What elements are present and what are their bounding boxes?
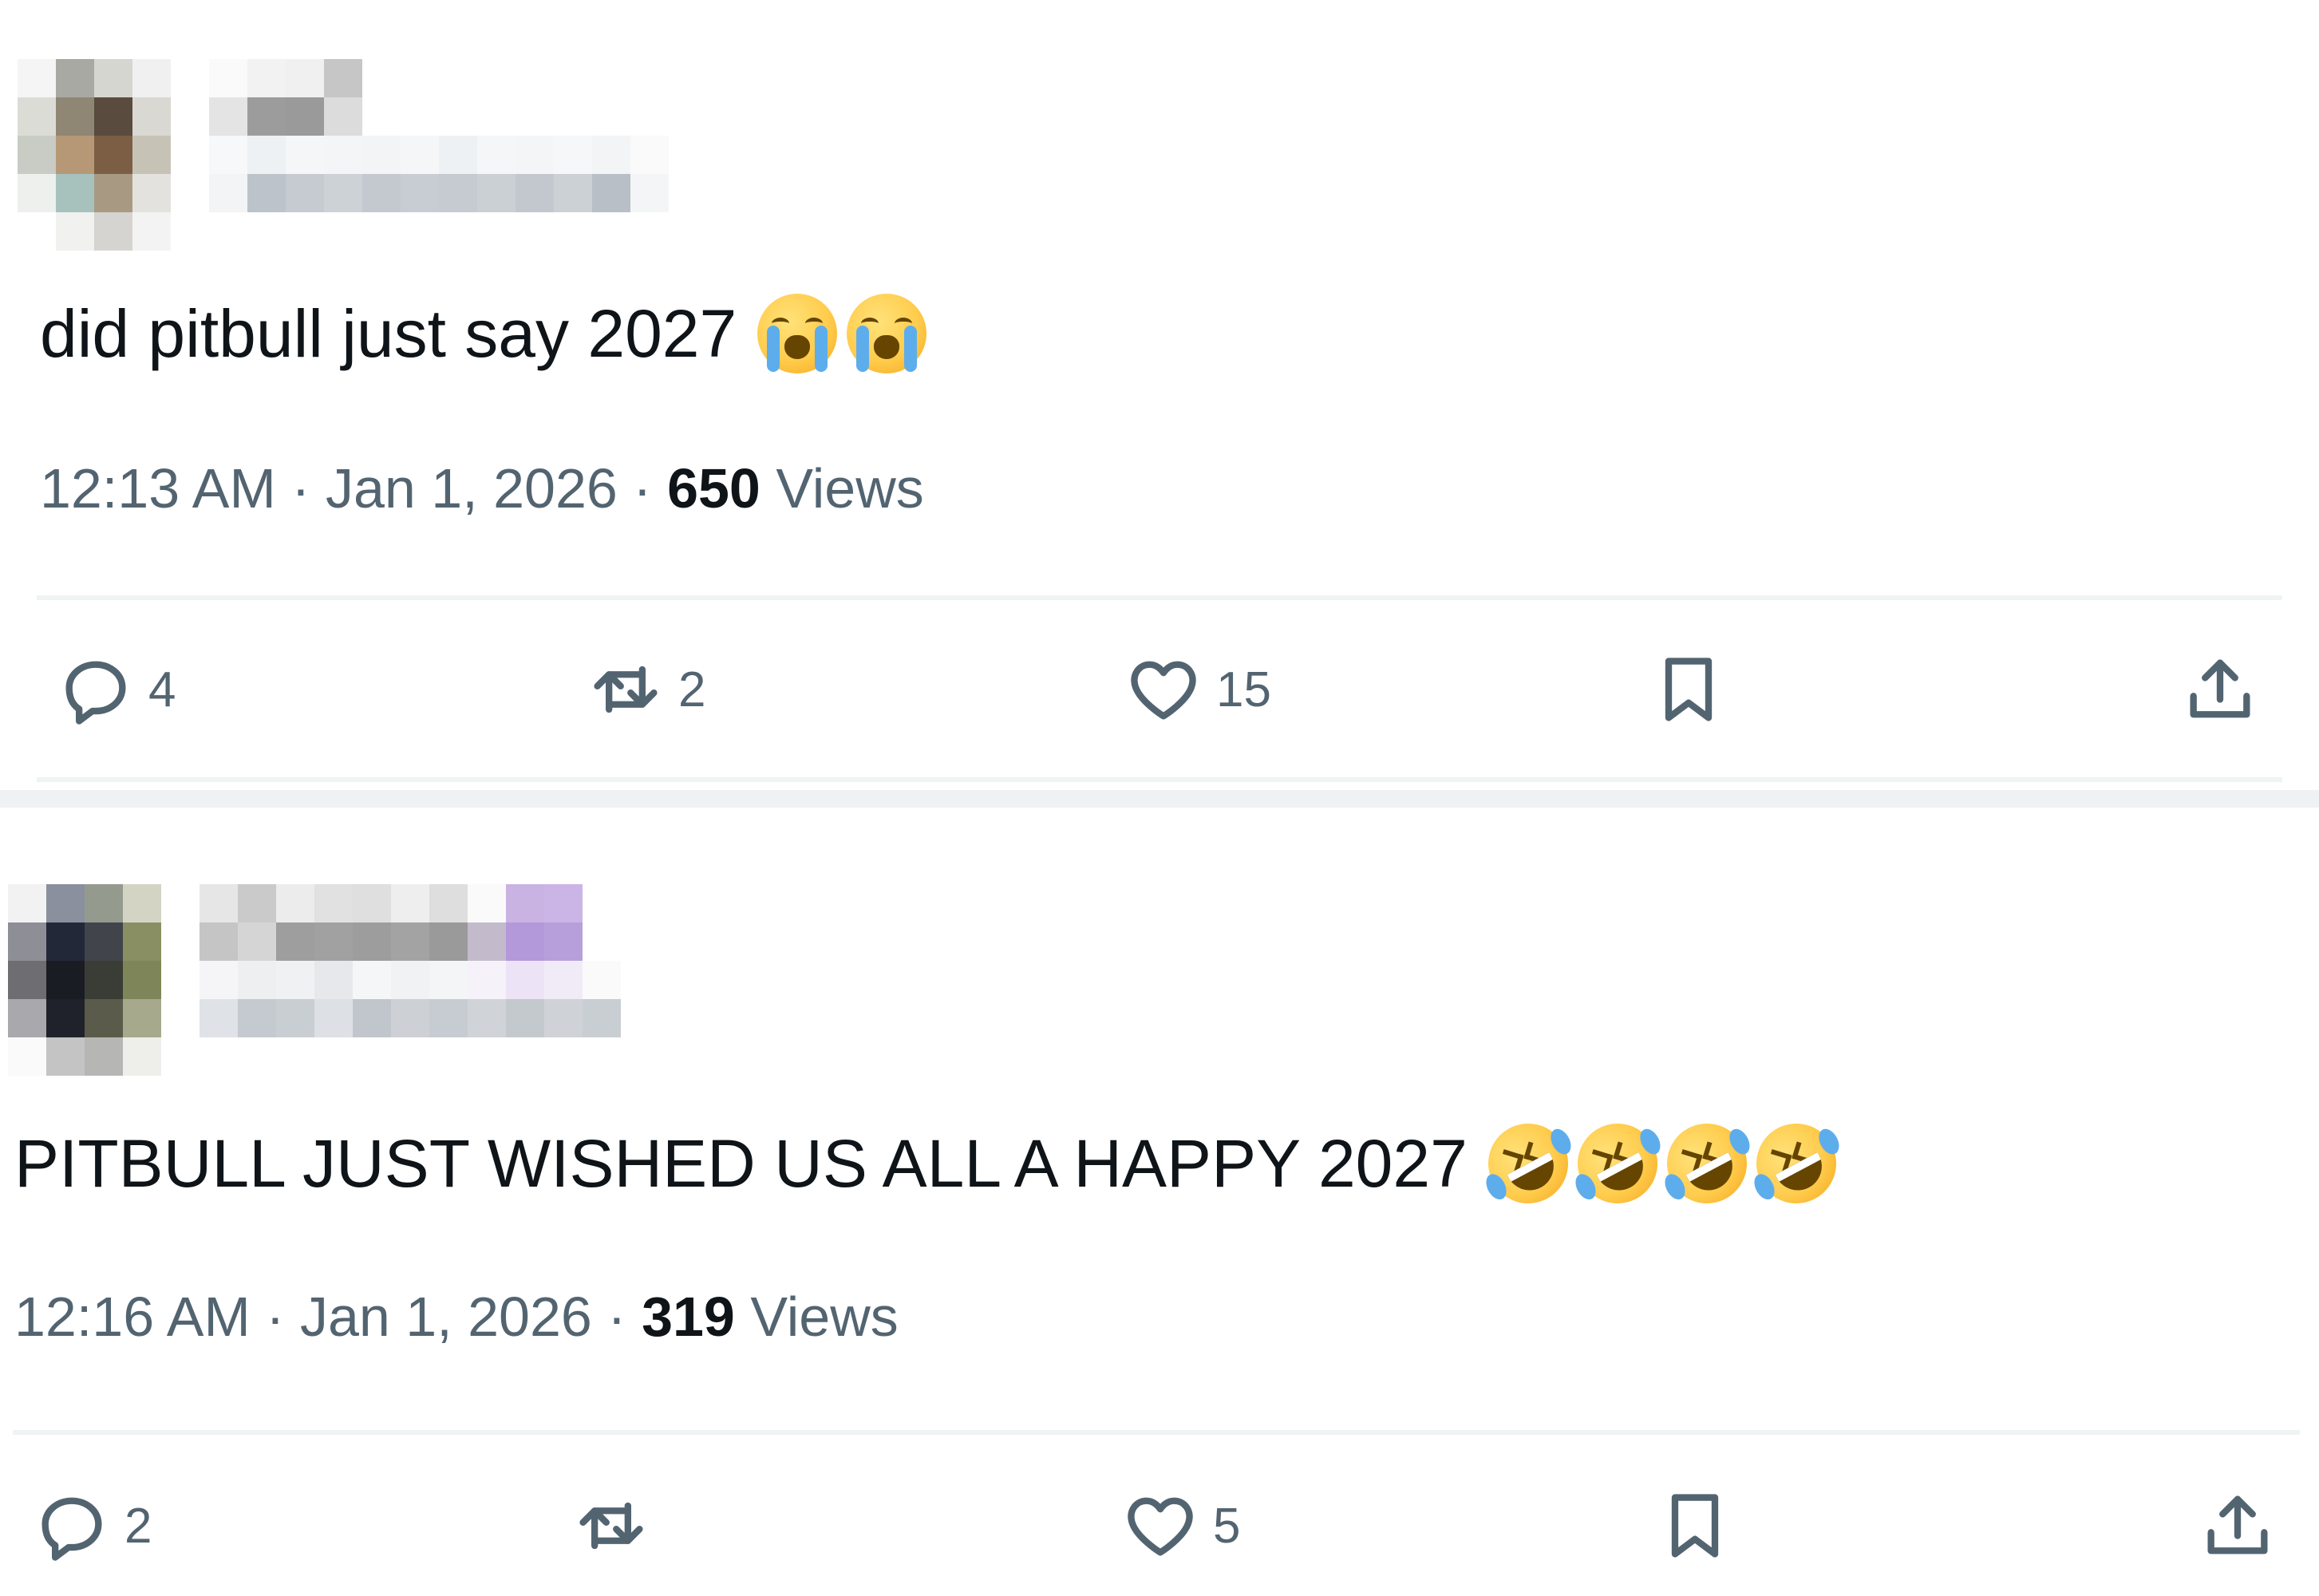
like-button[interactable]: 5	[1120, 1486, 1240, 1566]
tweet-text-content: did pitbull just say 2027	[40, 296, 737, 371]
avatar-pixelated[interactable]	[8, 884, 161, 1076]
loudly-crying-face-emoji-icon	[757, 294, 838, 373]
views-label: Views	[750, 1286, 899, 1348]
repost-count: 2	[678, 662, 706, 717]
separator-dot: ·	[266, 1286, 285, 1348]
tweet-text-content: PITBULL JUST WISHED US ALL A HAPPY 2027	[14, 1126, 1468, 1201]
rolling-on-floor-laughing-emoji-icon	[1563, 1109, 1672, 1218]
reply-icon	[41, 1497, 102, 1561]
tweet-text: PITBULL JUST WISHED US ALL A HAPPY 2027	[14, 1109, 1851, 1218]
avatar-pixelated[interactable]	[18, 59, 171, 251]
reply-count: 4	[148, 662, 176, 717]
tweet-metadata: 12:16 AM · Jan 1, 2026 · 319 Views	[14, 1285, 899, 1349]
reply-button[interactable]: 4	[56, 650, 176, 729]
bookmark-icon	[1665, 658, 1713, 721]
repost-button[interactable]: 2	[586, 650, 705, 729]
separator-dot: ·	[291, 457, 310, 519]
separator-dot: ·	[607, 1286, 626, 1348]
share-button[interactable]	[2198, 1486, 2278, 1566]
share-button[interactable]	[2180, 650, 2260, 729]
divider	[13, 1430, 2300, 1435]
like-count: 15	[1216, 662, 1271, 717]
timestamp-time[interactable]: 12:13 AM	[40, 457, 276, 519]
tweet-text: did pitbull just say 2027	[40, 294, 927, 373]
views-count: 319	[642, 1286, 735, 1348]
username-pixelated[interactable]	[200, 884, 621, 1037]
tweet-metadata: 12:13 AM · Jan 1, 2026 · 650 Views	[40, 456, 924, 520]
reply-count: 2	[124, 1498, 152, 1554]
repost-icon	[594, 666, 658, 713]
tweet-separator	[0, 790, 2319, 808]
views-count: 650	[667, 457, 760, 519]
separator-dot: ·	[633, 457, 652, 519]
timestamp-time[interactable]: 12:16 AM	[14, 1286, 251, 1348]
like-count: 5	[1213, 1498, 1241, 1554]
rolling-on-floor-laughing-emoji-icon	[1474, 1109, 1582, 1218]
like-button[interactable]: 15	[1124, 650, 1271, 729]
reply-button[interactable]: 2	[32, 1486, 152, 1566]
rolling-on-floor-laughing-emoji-icon	[1742, 1109, 1851, 1218]
share-icon	[2207, 1495, 2268, 1555]
bookmark-icon	[1671, 1494, 1719, 1558]
repost-icon	[579, 1502, 643, 1550]
timestamp-date[interactable]: Jan 1, 2026	[300, 1286, 592, 1348]
bookmark-button[interactable]	[1649, 650, 1728, 729]
divider	[37, 777, 2282, 782]
views-label: Views	[776, 457, 924, 519]
bookmark-button[interactable]	[1655, 1486, 1735, 1566]
loudly-crying-face-emoji-icon	[847, 294, 927, 373]
share-icon	[2190, 659, 2250, 718]
rolling-on-floor-laughing-emoji-icon	[1653, 1109, 1761, 1218]
divider	[37, 595, 2282, 600]
like-icon	[1131, 661, 1196, 720]
like-icon	[1128, 1497, 1193, 1556]
tweet[interactable]: PITBULL JUST WISHED US ALL A HAPPY 2027 …	[0, 808, 2319, 1596]
reply-icon	[65, 661, 126, 725]
tweet[interactable]: did pitbull just say 2027 12:13 AM · Jan…	[0, 0, 2319, 790]
repost-button[interactable]	[571, 1486, 664, 1566]
timestamp-date[interactable]: Jan 1, 2026	[326, 457, 618, 519]
username-pixelated[interactable]	[209, 59, 669, 212]
